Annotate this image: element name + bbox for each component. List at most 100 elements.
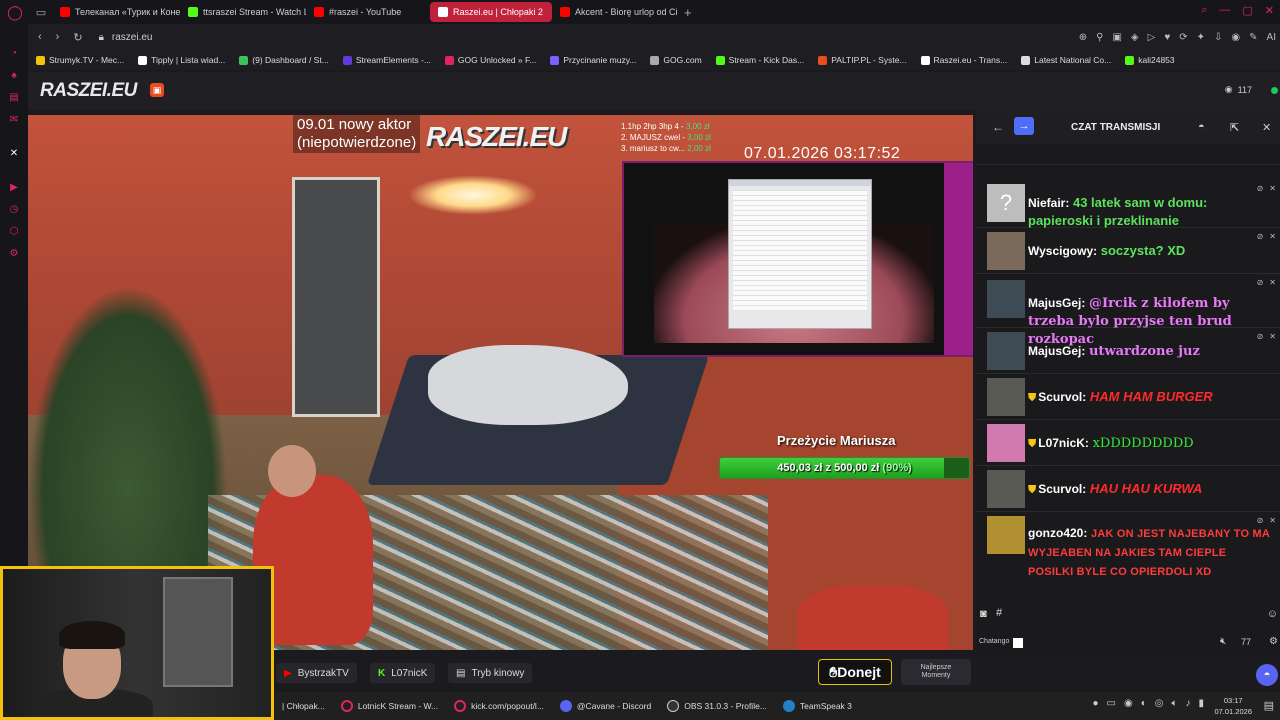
room-door — [292, 177, 380, 417]
ban-icon[interactable]: ⊘ — [1257, 278, 1264, 287]
search-tabs-icon[interactable]: ⌕ — [1201, 4, 1207, 17]
discord-fab-icon[interactable]: ◓ — [1256, 664, 1278, 686]
camera-icon[interactable]: ◙ — [980, 608, 987, 620]
minimize-icon[interactable]: — — [1219, 4, 1230, 17]
zoom-icon[interactable]: ⊕ — [1079, 32, 1087, 43]
chat-message-input[interactable] — [1010, 603, 1258, 627]
delete-icon[interactable]: ✕ — [1269, 232, 1276, 241]
player-icon[interactable]: ▶ — [10, 182, 18, 195]
account-icon[interactable]: ◉ — [1231, 32, 1240, 43]
heart-icon[interactable]: ♥ — [1164, 32, 1170, 43]
delete-icon[interactable]: ✕ — [1269, 278, 1276, 287]
browser-tab[interactable]: Akcent - Biorę urlop od Ci — [552, 2, 680, 22]
channel-tag-l07nick[interactable]: K L07nicK — [370, 663, 436, 683]
tray-app-icon[interactable]: ◎ — [1155, 698, 1164, 709]
ban-icon[interactable]: ⊘ — [1257, 332, 1264, 341]
taskbar-clock[interactable]: 03:17 07.01.2026 — [1214, 695, 1252, 717]
ban-icon[interactable]: ⊘ — [1257, 232, 1264, 241]
history-icon[interactable]: ◷ — [10, 204, 19, 217]
delete-icon[interactable]: ✕ — [1269, 332, 1276, 341]
bookmark[interactable]: PALTIP.PL - Syste... — [818, 55, 907, 65]
site-logo[interactable]: RASZEI.EU — [40, 80, 137, 102]
delete-icon[interactable]: ✕ — [1269, 184, 1276, 193]
bookmark-favicon-icon — [36, 55, 45, 65]
notification-icon[interactable]: ▤ — [1264, 699, 1274, 712]
taskbar-item[interactable]: | Chłopak... — [274, 695, 333, 717]
arrow-left-icon[interactable]: ← — [992, 120, 1004, 134]
bookmark[interactable]: Latest National Co... — [1021, 55, 1111, 65]
bookmark-favicon-icon — [650, 55, 660, 65]
close-icon[interactable]: ✕ — [1265, 4, 1274, 17]
extensions-puzzle-icon[interactable]: ✦ — [1197, 32, 1205, 43]
pin-icon[interactable]: ⚲ — [1096, 32, 1103, 43]
tray-app-icon[interactable]: ▭ — [1107, 698, 1116, 709]
discord-icon[interactable]: ◓ — [1198, 121, 1205, 133]
new-tab-button[interactable]: + — [684, 5, 692, 20]
emoji-icon[interactable]: ☺ — [1267, 608, 1278, 620]
person-head — [268, 445, 316, 497]
chatango-label[interactable]: Chatango — [979, 638, 1009, 645]
chat-settings-icon[interactable]: ⚙ — [1269, 636, 1278, 647]
bookmark[interactable]: StreamElements -... — [342, 55, 431, 65]
mute-icon[interactable]: 🔇︎ — [1220, 636, 1226, 647]
ai-icon[interactable]: AI — [1267, 32, 1276, 43]
youtube-icon — [314, 7, 324, 17]
cinema-mode-button[interactable]: ▤ Tryb kinowy — [448, 663, 533, 683]
bookmark[interactable]: Przycinanie muzy... — [550, 55, 636, 65]
ban-icon[interactable]: ⊘ — [1257, 184, 1264, 193]
opera-logo-icon[interactable]: ◯ — [0, 0, 30, 24]
maximize-icon[interactable]: ▢ — [1242, 4, 1252, 17]
browser-tab[interactable]: #raszei - YouTube — [306, 2, 430, 22]
easy-setup-icon[interactable]: ✎ — [1249, 32, 1257, 43]
bookmark[interactable]: Strumyk.TV - Mec... — [36, 55, 124, 65]
bag-icon[interactable]: ♠ — [11, 70, 16, 83]
bookmark[interactable]: Stream - Kick Das... — [715, 55, 804, 65]
snapshot-icon[interactable]: ▣ — [1112, 32, 1121, 43]
popout-icon[interactable]: ⇱ — [1230, 121, 1239, 134]
back-icon[interactable]: ‹ — [38, 31, 42, 44]
battery-icon[interactable]: ▮ — [1198, 698, 1204, 709]
bookmark[interactable]: Raszei.eu - Trans... — [920, 55, 1007, 65]
bookmark[interactable]: GOG Unlocked » F... — [444, 55, 536, 65]
bookmark[interactable]: GOG.com — [650, 55, 702, 65]
messenger-icon[interactable]: ▤ — [9, 92, 18, 105]
url-field[interactable]: raszei.eu — [112, 32, 153, 43]
site-badge-icon[interactable]: ▣ — [150, 83, 164, 97]
reload-icon[interactable]: ↻ — [73, 31, 82, 44]
extensions-icon[interactable]: ⬡ — [10, 226, 19, 239]
user-avatar — [987, 470, 1025, 508]
forward-icon[interactable]: › — [56, 31, 60, 44]
play-icon[interactable]: ▷ — [1148, 32, 1156, 43]
taskbar-item[interactable]: OBS 31.0.3 - Profile... — [659, 695, 775, 717]
arrow-right-icon[interactable]: → — [1014, 117, 1034, 135]
browser-tab-active[interactable]: Raszei.eu | Chłopaki 2 — [430, 2, 552, 22]
best-moments-button[interactable]: Najlepsze Momenty — [901, 659, 971, 685]
workspaces-icon[interactable]: ▭ — [30, 6, 52, 19]
shield-icon[interactable]: ◈ — [1131, 32, 1139, 43]
bookmark[interactable]: Tipply | Lista wiad... — [138, 55, 225, 65]
browser-tab[interactable]: Телеканал «Турик и Коне — [52, 2, 180, 22]
x-twitter-icon[interactable]: ✕ — [10, 148, 18, 161]
chatango-logo-icon[interactable] — [1013, 638, 1023, 648]
bookmark[interactable]: (9) Dashboard / St... — [239, 55, 329, 65]
aria-icon[interactable]: ◔ — [11, 48, 17, 61]
mail-icon[interactable]: ✉ — [10, 114, 18, 127]
volume-icon[interactable]: 🔈︎ — [1171, 698, 1177, 709]
taskbar-item[interactable]: kick.com/popout/l... — [446, 695, 552, 717]
tray-app-icon[interactable]: ◉ — [1124, 698, 1133, 709]
microphone-icon[interactable]: ♪ — [1185, 698, 1190, 709]
bookmark[interactable]: kali24853 — [1125, 55, 1175, 65]
channel-tag-bystrzak[interactable]: ▶ BystrzakTV — [276, 663, 357, 683]
taskbar-item[interactable]: @Cavane - Discord — [552, 695, 659, 717]
tray-app-icon[interactable]: ◐ — [1141, 698, 1147, 709]
download-icon[interactable]: ⇩ — [1214, 32, 1222, 43]
tray-app-icon[interactable]: ● — [1092, 698, 1098, 709]
close-chat-icon[interactable]: ✕ — [1262, 121, 1271, 134]
taskbar-item[interactable]: TeamSpeak 3 — [775, 695, 860, 717]
settings-gear-icon[interactable]: ⚙ — [10, 248, 19, 261]
sync-icon[interactable]: ⟳ — [1179, 32, 1187, 43]
donate-button[interactable]: ✋︎ Donejt — [818, 659, 892, 685]
browser-tab[interactable]: ttsraszei Stream - Watch L — [180, 2, 306, 22]
hashtag-button[interactable]: # — [996, 607, 1002, 619]
taskbar-item[interactable]: LotnicK Stream - W... — [333, 695, 446, 717]
